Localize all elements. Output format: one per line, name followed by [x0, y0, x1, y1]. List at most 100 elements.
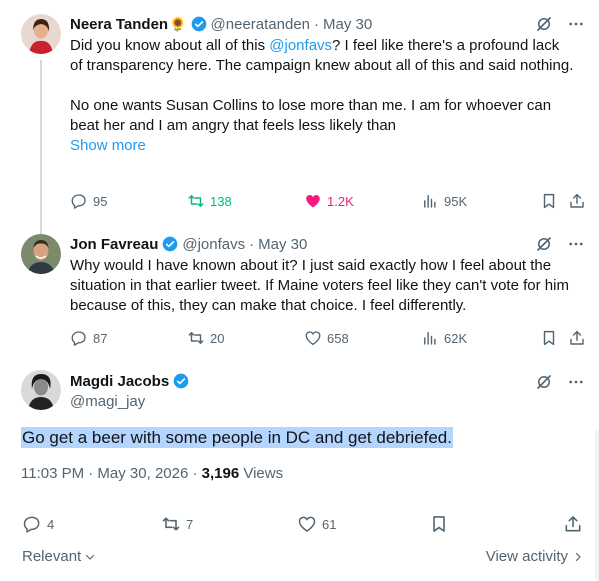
retweet-count: 7: [186, 516, 194, 532]
tweet-jon[interactable]: Jon Favreau @jonfavs · May 30 Why would …: [0, 234, 599, 354]
tweet-header: Jon Favreau @jonfavs · May 30: [70, 234, 307, 254]
views-button[interactable]: 95K: [421, 191, 467, 211]
reply-count: 87: [93, 330, 108, 346]
like-count: 658: [327, 330, 349, 346]
scrollbar[interactable]: [595, 430, 599, 580]
tweet-text: Did you know about all of this @jonfavs?…: [70, 36, 575, 156]
show-more-link[interactable]: Show more: [70, 136, 575, 156]
like-count: 1.2K: [327, 193, 354, 209]
like-icon: [305, 331, 321, 346]
retweet-icon: [162, 517, 180, 531]
like-count: 61: [322, 516, 337, 532]
author-handle[interactable]: @neeratanden: [211, 16, 310, 33]
separator: ·: [249, 235, 255, 253]
mention-link[interactable]: @jonfavs: [269, 37, 332, 54]
separator: ·: [314, 15, 320, 33]
like-icon: [306, 195, 320, 208]
sort-label: Relevant: [22, 548, 82, 565]
view-activity-link[interactable]: View activity: [486, 548, 584, 565]
more-icon[interactable]: [567, 373, 585, 391]
reply-icon: [71, 331, 86, 346]
retweet-button[interactable]: 7: [161, 514, 193, 534]
verified-badge-icon: [191, 16, 206, 32]
views-icon: [424, 195, 436, 208]
tweet-date[interactable]: May 30: [258, 236, 307, 253]
retweet-button[interactable]: 20: [187, 328, 224, 348]
grok-icon[interactable]: [535, 373, 553, 391]
tweet-top-icons: [535, 372, 585, 392]
author-name[interactable]: Jon Favreau: [70, 236, 158, 253]
retweet-button[interactable]: 138: [187, 191, 232, 211]
text-fragment: Did you know about all of this: [70, 37, 270, 54]
author-name[interactable]: Magdi Jacobs: [70, 373, 169, 390]
retweet-count: 138: [210, 193, 232, 209]
handle-row: @magi_jay: [70, 391, 145, 411]
tweet-header: Neera Tanden 🌻 @neeratanden · May 30: [70, 14, 372, 34]
focused-tweet-text: Go get a beer with some people in DC and…: [21, 427, 453, 449]
views-icon: [424, 332, 436, 345]
bookmark-icon: [543, 193, 555, 209]
avatar[interactable]: [21, 234, 61, 274]
share-button[interactable]: [563, 514, 583, 534]
like-button[interactable]: 658: [304, 328, 349, 348]
tweet-timestamp: 11:03 PM · May 30, 2026 · 3,196 Views: [21, 465, 283, 482]
tweet-date[interactable]: May 30: [323, 16, 372, 33]
tweet-header: Magdi Jacobs: [70, 371, 193, 391]
reply-button[interactable]: 95: [70, 191, 107, 211]
retweet-count: 20: [210, 330, 225, 346]
retweet-icon: [188, 195, 204, 207]
author-handle[interactable]: @magi_jay: [70, 393, 145, 410]
share-icon: [570, 193, 584, 208]
like-button[interactable]: 1.2K: [304, 191, 354, 211]
chevron-right-icon: [575, 552, 581, 561]
verified-badge-icon: [173, 373, 189, 389]
grok-icon[interactable]: [535, 15, 553, 33]
tweet-text: Why would I have known about it? I just …: [70, 257, 569, 314]
author-handle[interactable]: @jonfavs: [182, 236, 245, 253]
views-count: 95K: [444, 193, 468, 209]
grok-icon[interactable]: [535, 235, 553, 253]
chevron-down-icon: [86, 554, 95, 560]
bookmark-icon: [543, 330, 555, 346]
tweet-top-icons: [535, 234, 585, 254]
reply-icon: [71, 194, 86, 209]
tweet-neera[interactable]: Neera Tanden 🌻 @neeratanden · May 30 Did…: [0, 14, 599, 244]
avatar[interactable]: [21, 370, 61, 410]
bookmark-icon: [433, 516, 445, 532]
author-name[interactable]: Neera Tanden: [70, 16, 168, 33]
share-icon: [570, 330, 584, 345]
reply-button[interactable]: 4: [22, 514, 54, 534]
like-button[interactable]: 61: [297, 514, 336, 534]
replies-footer: Relevant View activity: [22, 548, 588, 568]
views-button[interactable]: 62K: [421, 328, 467, 348]
like-icon: [298, 516, 316, 532]
tweet-actions: 87 20 658 62K: [70, 328, 586, 348]
retweet-icon: [188, 332, 204, 344]
share-icon: [565, 516, 581, 532]
more-icon[interactable]: [567, 235, 585, 253]
selected-text[interactable]: Go get a beer with some people in DC and…: [21, 427, 453, 448]
bookmark-button[interactable]: [540, 328, 558, 348]
verified-badge-icon: [163, 236, 178, 252]
sunflower-emoji: 🌻: [169, 15, 187, 32]
reply-button[interactable]: 87: [70, 328, 107, 348]
text-paragraph: No one wants Susan Collins to lose more …: [70, 97, 552, 134]
sort-dropdown[interactable]: Relevant: [22, 548, 96, 565]
thread-line: [40, 60, 42, 244]
views-label: Views: [239, 465, 284, 482]
reply-icon: [23, 516, 40, 533]
tweet-actions: 95 138 1.2K 95K: [70, 191, 586, 211]
tweet-time[interactable]: 11:03 PM · May 30, 2026 ·: [21, 465, 202, 482]
view-activity-label: View activity: [485, 548, 568, 565]
share-button[interactable]: [568, 328, 586, 348]
bookmark-button[interactable]: [540, 191, 558, 211]
avatar[interactable]: [21, 14, 61, 54]
views-count: 3,196: [201, 465, 240, 482]
focused-tweet-actions: 4 7 61: [22, 514, 588, 536]
reply-count: 4: [47, 516, 55, 532]
bookmark-button[interactable]: [429, 514, 449, 534]
views-count: 62K: [444, 330, 468, 346]
more-icon[interactable]: [567, 15, 585, 33]
reply-count: 95: [93, 193, 108, 209]
share-button[interactable]: [568, 191, 586, 211]
